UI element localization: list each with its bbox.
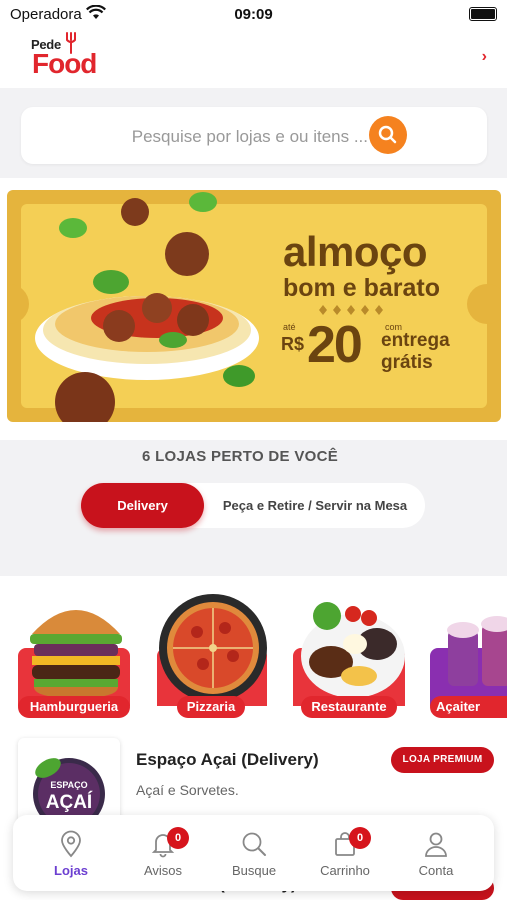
acai-image — [447, 616, 507, 686]
banner-currency: R$ — [281, 334, 305, 354]
category-acaiteria[interactable]: Açaiter — [430, 576, 507, 724]
user-icon — [425, 832, 447, 857]
search-bar — [21, 107, 487, 166]
delivery-option[interactable]: Delivery — [81, 483, 204, 528]
tab-label: Avisos — [143, 863, 183, 878]
banner-amount: 20 — [307, 316, 363, 374]
nearby-stores-title: 6 LOJAS PERTO DE VOCÊ — [141, 448, 339, 465]
app-logo[interactable]: Pede Food — [0, 28, 140, 88]
banner-ate: até — [283, 322, 296, 332]
search-icon — [378, 125, 397, 144]
fork-icon — [66, 32, 76, 54]
status-bar: Operadora 09:09 — [0, 0, 507, 28]
store-name: Espaço Açai (Delivery) — [136, 750, 319, 769]
category-label: Pizzaria — [177, 696, 245, 718]
tab-label: Lojas — [54, 863, 88, 878]
search-input[interactable] — [41, 107, 370, 166]
app-header: Pede Food › — [0, 28, 507, 88]
category-label: Açaiter — [430, 696, 507, 718]
store-logo-text-1: ESPAÇO — [50, 780, 87, 790]
chevron-right-icon[interactable]: › — [482, 48, 487, 66]
tab-carrinho[interactable]: 0 Carrinho — [297, 815, 393, 891]
category-restaurante[interactable]: Restaurante — [291, 576, 409, 724]
map-pin-icon — [61, 830, 81, 858]
category-pizzaria[interactable]: Pizzaria — [153, 576, 271, 724]
burger-image — [30, 610, 122, 698]
banner-title-line2: bom e barato — [283, 274, 440, 302]
category-label: Hamburgueria — [18, 696, 130, 718]
banner-entrega: entrega — [381, 330, 450, 351]
banner-gratis: grátis — [381, 352, 433, 373]
banner-notch-right — [467, 284, 501, 324]
promo-banner[interactable]: almoço bom e barato até R$ 20 com entreg… — [7, 190, 501, 422]
pizza-image — [159, 594, 267, 702]
clock: 09:09 — [234, 6, 273, 23]
tab-label: Carrinho — [320, 863, 370, 878]
promo-banner-section: almoço bom e barato até R$ 20 com entreg… — [0, 178, 507, 440]
search-button[interactable] — [369, 116, 407, 154]
categories-carousel: Hamburgueria Pizzaria Restaurante Açaite… — [0, 576, 507, 724]
tab-label: Conta — [418, 863, 454, 878]
store-subtitle: Açaí e Sorvetes. — [136, 782, 239, 798]
notification-badge: 0 — [167, 827, 189, 849]
diamond-divider — [319, 305, 383, 315]
tab-conta[interactable]: Conta — [388, 815, 484, 891]
store-logo-text-2: AÇAÍ — [46, 791, 93, 813]
battery-icon — [469, 7, 497, 21]
order-mode-toggle: Delivery Peça e Retire / Servir na Mesa — [81, 483, 425, 528]
category-label: Restaurante — [301, 696, 397, 718]
tab-busque[interactable]: Busque — [206, 815, 302, 891]
tab-label: Busque — [231, 863, 277, 878]
spaghetti-image — [35, 192, 259, 422]
search-icon — [242, 832, 266, 856]
category-hamburgueria[interactable]: Hamburgueria — [16, 576, 134, 724]
pickup-option[interactable]: Peça e Retire / Servir na Mesa — [215, 483, 415, 528]
cart-badge: 0 — [349, 827, 371, 849]
tab-lojas[interactable]: Lojas — [23, 815, 119, 891]
bottom-tab-bar: Lojas 0 Avisos Busque 0 Carrinho Conta — [13, 815, 494, 891]
tab-avisos[interactable]: 0 Avisos — [115, 815, 211, 891]
premium-badge: LOJA PREMIUM — [391, 747, 494, 773]
banner-title-line1: almoço — [283, 228, 428, 275]
plate-image — [301, 602, 405, 698]
